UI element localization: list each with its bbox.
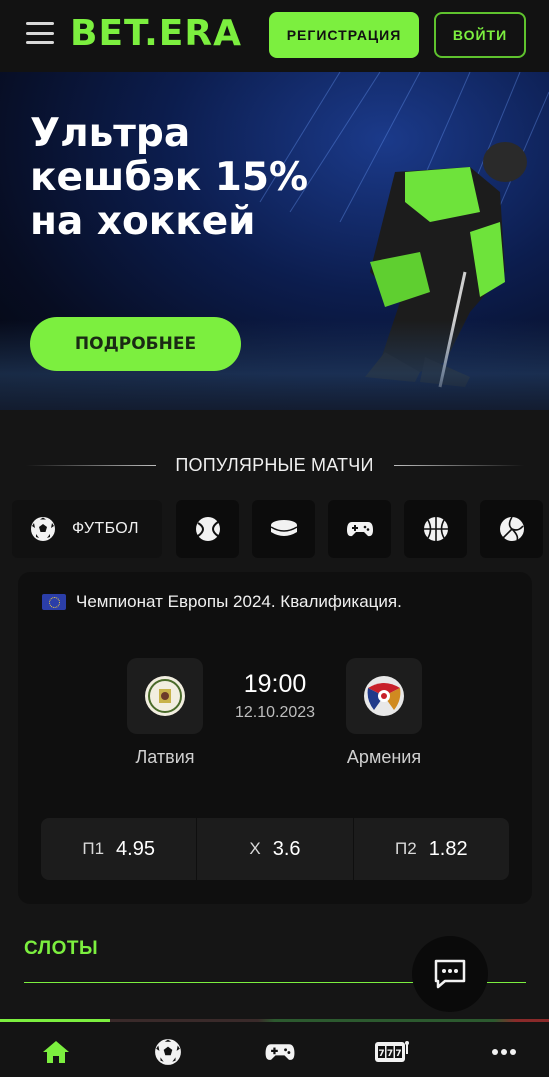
svg-text:7: 7 — [395, 1049, 401, 1059]
svg-text:7: 7 — [387, 1049, 393, 1059]
tab-hockey[interactable] — [252, 500, 315, 558]
nav-more[interactable] — [484, 1038, 524, 1066]
divider — [394, 465, 524, 466]
eu-flag-icon — [42, 594, 66, 610]
soccer-ball-icon — [155, 1039, 181, 1065]
logo[interactable]: BET.ERA — [70, 14, 242, 54]
nav-home[interactable] — [36, 1038, 76, 1066]
league-row: Чемпионат Европы 2024. Квалификация. — [42, 592, 402, 612]
tab-esports[interactable] — [328, 500, 391, 558]
basketball-icon — [423, 517, 448, 541]
away-team-name: Армения — [346, 747, 422, 767]
bottom-nav: 7 7 7 — [0, 1022, 549, 1077]
more-button[interactable]: ПОДРОБНЕЕ — [30, 317, 241, 371]
tab-tennis[interactable] — [176, 500, 239, 558]
popular-matches-header: ПОПУЛЯРНЫЕ МАТЧИ — [0, 452, 549, 478]
volleyball-icon — [499, 516, 524, 541]
league-name: Чемпионат Европы 2024. Квалификация. — [76, 592, 402, 611]
nav-esports[interactable] — [260, 1038, 300, 1066]
odd-value: 4.95 — [116, 837, 155, 860]
match-date: 12.10.2023 — [234, 704, 316, 721]
odd-value: 1.82 — [428, 837, 468, 860]
slot-machine-icon: 7 7 7 — [375, 1041, 409, 1062]
gamepad-icon — [346, 522, 373, 537]
divider — [26, 465, 156, 466]
match-card[interactable]: Чемпионат Европы 2024. Квалификация. Лат… — [18, 572, 532, 904]
sport-tabs: ФУТБОЛ — [0, 500, 549, 560]
odds-row: П1 4.95 Х 3.6 П2 1.82 — [41, 818, 509, 880]
soccer-ball-icon — [31, 517, 55, 541]
home-icon — [43, 1041, 69, 1063]
tab-volleyball[interactable] — [480, 500, 543, 558]
tennis-ball-icon — [195, 517, 220, 541]
away-team-logo — [346, 658, 422, 734]
latvia-crest-icon — [145, 676, 185, 716]
chat-button[interactable] — [412, 936, 488, 1012]
home-team-logo — [127, 658, 203, 734]
odd-value: 3.6 — [272, 837, 301, 860]
more-icon — [492, 1049, 516, 1055]
tab-football[interactable]: ФУТБОЛ — [12, 500, 162, 558]
slots-title[interactable]: СЛОТЫ — [24, 938, 98, 960]
nav-sports[interactable] — [148, 1038, 188, 1066]
home-team-name: Латвия — [135, 747, 195, 767]
odd-label: П1 — [82, 839, 105, 858]
menu-icon[interactable] — [26, 22, 54, 44]
odd-home[interactable]: П1 4.95 — [41, 818, 198, 880]
svg-text:7: 7 — [378, 1049, 384, 1059]
promo-banner[interactable]: Ультра кешбэк 15% на хоккей ПОДРОБНЕЕ — [0, 72, 549, 410]
chat-icon — [434, 959, 466, 989]
gamepad-icon — [265, 1044, 295, 1060]
login-button[interactable]: ВОЙТИ — [434, 12, 526, 58]
hockey-puck-icon — [270, 520, 297, 536]
section-title: ПОПУЛЯРНЫЕ МАТЧИ — [175, 454, 374, 475]
top-header: BET.ERA РЕГИСТРАЦИЯ ВОЙТИ — [0, 0, 549, 72]
nav-casino[interactable]: 7 7 7 — [372, 1038, 412, 1066]
odd-away[interactable]: П2 1.82 — [354, 818, 509, 880]
banner-title: Ультра кешбэк 15% на хоккей — [30, 111, 309, 244]
match-time: 19:00 — [243, 670, 307, 698]
tab-basketball[interactable] — [404, 500, 467, 558]
tab-label: ФУТБОЛ — [72, 520, 139, 537]
armenia-crest-icon — [364, 676, 404, 716]
odd-draw[interactable]: Х 3.6 — [197, 818, 354, 880]
odd-label: П2 — [395, 839, 417, 858]
odd-label: Х — [249, 839, 261, 858]
register-button[interactable]: РЕГИСТРАЦИЯ — [269, 12, 419, 58]
